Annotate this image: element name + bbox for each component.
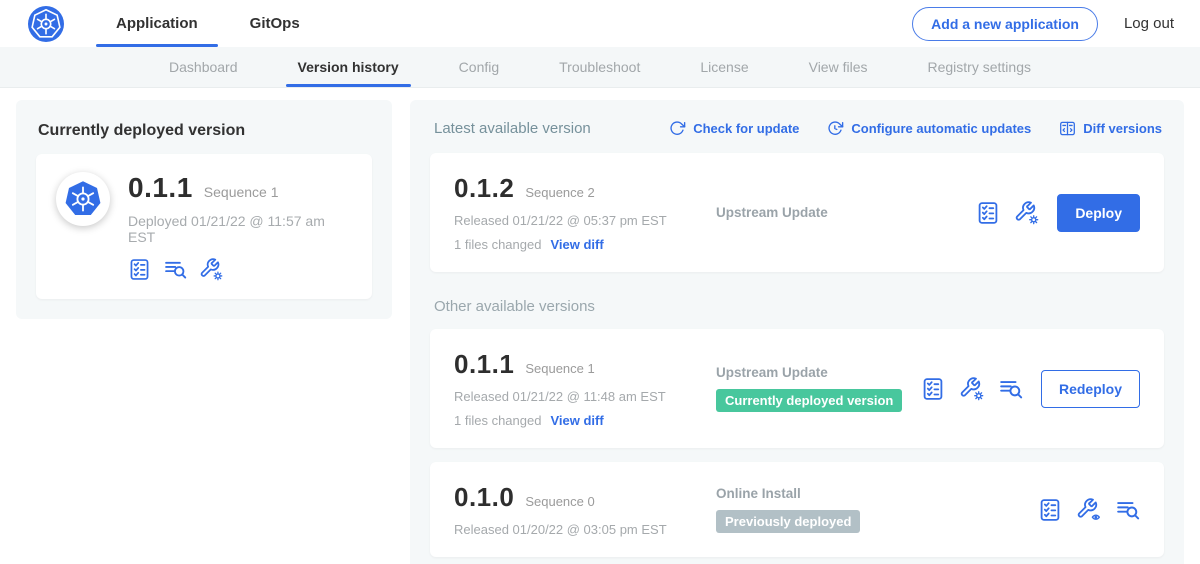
version-info: 0.1.0 Sequence 0 Released 01/20/22 @ 03:… (454, 482, 716, 537)
version-info: 0.1.1 Sequence 1 Released 01/21/22 @ 11:… (454, 349, 716, 428)
sequence-label: Sequence 2 (525, 185, 594, 200)
version-card: 0.1.0 Sequence 0 Released 01/20/22 @ 03:… (430, 462, 1164, 557)
preflight-checks-icon[interactable] (976, 201, 1000, 225)
version-actions (1038, 498, 1140, 522)
version-source-label: Upstream Update (716, 365, 828, 380)
other-versions-list: 0.1.1 Sequence 1 Released 01/21/22 @ 11:… (430, 329, 1164, 557)
version-number: 0.1.2 (454, 173, 514, 204)
preflight-checks-icon[interactable] (921, 377, 945, 401)
deployed-sequence-label: Sequence 1 (204, 184, 279, 200)
deployed-timestamp: Deployed 01/21/22 @ 11:57 am EST (128, 213, 352, 245)
deploy-logs-icon[interactable] (999, 377, 1023, 401)
edit-config-icon[interactable] (960, 377, 984, 401)
tab-view-files[interactable]: View files (807, 47, 870, 87)
top-tab-application[interactable]: Application (90, 0, 224, 47)
version-source-label: Upstream Update (716, 205, 828, 220)
app-logo-icon (56, 172, 110, 226)
version-card: 0.1.1 Sequence 1 Released 01/21/22 @ 11:… (430, 329, 1164, 448)
tab-license[interactable]: License (698, 47, 750, 87)
edit-config-icon[interactable] (200, 258, 223, 281)
version-source-column: Upstream Update (716, 205, 976, 220)
logout-button[interactable]: Log out (1124, 15, 1174, 32)
view-config-icon[interactable] (1077, 498, 1101, 522)
redeploy-button[interactable]: Redeploy (1041, 370, 1140, 408)
version-source-label: Online Install (716, 486, 801, 501)
app-tabs: Application GitOps (90, 0, 326, 47)
version-actions: Deploy (976, 194, 1140, 232)
version-panel-actions: Check for update Configure automatic upd… (669, 120, 1162, 137)
version-source-column: Upstream Update Currently deployed versi… (716, 365, 921, 412)
files-changed-label: 1 files changed (454, 413, 541, 428)
version-card: 0.1.2 Sequence 2 Released 01/21/22 @ 05:… (430, 153, 1164, 272)
diff-versions-icon (1059, 120, 1076, 137)
preflight-checks-icon[interactable] (128, 258, 151, 281)
kubernetes-logo-icon (28, 6, 64, 42)
version-actions: Redeploy (921, 370, 1140, 408)
version-history-panel: Latest available version Check for updat… (410, 100, 1184, 564)
version-number: 0.1.1 (454, 349, 514, 380)
deploy-button[interactable]: Deploy (1057, 194, 1140, 232)
deployed-version-number: 0.1.1 (128, 172, 193, 204)
view-diff-link[interactable]: View diff (550, 237, 603, 252)
status-badge: Previously deployed (716, 510, 860, 533)
view-diff-link[interactable]: View diff (550, 413, 603, 428)
released-timestamp: Released 01/21/22 @ 05:37 pm EST (454, 213, 716, 228)
sequence-label: Sequence 1 (525, 361, 594, 376)
add-application-button[interactable]: Add a new application (912, 7, 1098, 41)
tab-registry-settings[interactable]: Registry settings (926, 47, 1033, 87)
tab-config[interactable]: Config (457, 47, 501, 87)
edit-config-icon[interactable] (1015, 201, 1039, 225)
action-check-for-update[interactable]: Check for update (669, 120, 799, 137)
status-badge: Currently deployed version (716, 389, 902, 412)
deploy-logs-icon[interactable] (164, 258, 187, 281)
tab-troubleshoot[interactable]: Troubleshoot (557, 47, 642, 87)
main-content: Currently deployed version 0.1.1 Sequenc… (0, 88, 1200, 564)
action-diff-versions[interactable]: Diff versions (1059, 120, 1162, 137)
version-source-column: Online Install Previously deployed (716, 486, 1038, 533)
deployed-version-actions (128, 258, 352, 281)
auto-update-icon (827, 120, 844, 137)
action-configure-automatic-updates[interactable]: Configure automatic updates (827, 120, 1031, 137)
deployed-version-card: 0.1.1 Sequence 1 Deployed 01/21/22 @ 11:… (36, 154, 372, 299)
latest-version-list: 0.1.2 Sequence 2 Released 01/21/22 @ 05:… (430, 153, 1164, 272)
currently-deployed-panel: Currently deployed version 0.1.1 Sequenc… (16, 100, 392, 319)
other-versions-title: Other available versions (434, 298, 1162, 315)
deployed-panel-title: Currently deployed version (38, 122, 372, 140)
sequence-label: Sequence 0 (525, 494, 594, 509)
check-update-icon (669, 120, 686, 137)
top-tab-gitops[interactable]: GitOps (224, 0, 326, 47)
version-number: 0.1.0 (454, 482, 514, 513)
version-info: 0.1.2 Sequence 2 Released 01/21/22 @ 05:… (454, 173, 716, 252)
released-timestamp: Released 01/20/22 @ 03:05 pm EST (454, 522, 716, 537)
released-timestamp: Released 01/21/22 @ 11:48 am EST (454, 389, 716, 404)
tab-dashboard[interactable]: Dashboard (167, 47, 240, 87)
sub-nav: Dashboard Version history Config Trouble… (0, 47, 1200, 88)
preflight-checks-icon[interactable] (1038, 498, 1062, 522)
files-changed-label: 1 files changed (454, 237, 541, 252)
latest-version-title: Latest available version (434, 120, 591, 137)
deploy-logs-icon[interactable] (1116, 498, 1140, 522)
top-nav: Application GitOps Add a new application… (0, 0, 1200, 47)
tab-version-history[interactable]: Version history (296, 47, 401, 87)
